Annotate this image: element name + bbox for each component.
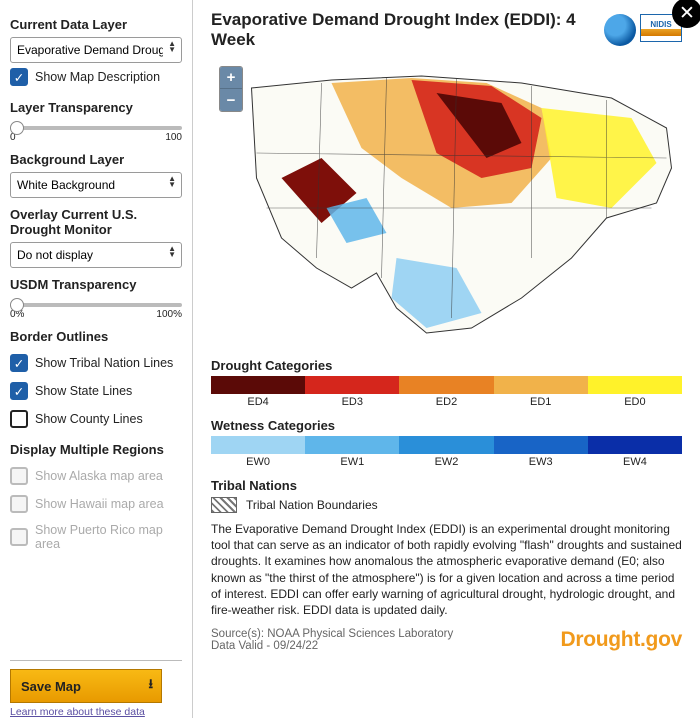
legend-swatch	[399, 436, 493, 454]
checkbox-disabled-icon	[10, 528, 28, 546]
zoom-controls: + −	[219, 66, 243, 112]
close-icon: ✕	[679, 2, 695, 25]
map-description-text: The Evaporative Demand Drought Index (ED…	[211, 521, 682, 618]
legend-swatch	[211, 376, 305, 394]
current-data-layer-select[interactable]	[10, 37, 182, 63]
show-alaska-label: Show Alaska map area	[35, 469, 163, 483]
chevron-updown-icon: ▲▼	[168, 176, 176, 188]
download-icon: ⭳	[148, 675, 153, 697]
legend-tick: EW3	[494, 456, 588, 468]
chevron-updown-icon: ▲▼	[168, 246, 176, 258]
legend-tick: ED4	[211, 396, 305, 408]
legend-swatch	[211, 436, 305, 454]
tribal-boundary-legend: Tribal Nation Boundaries	[211, 497, 682, 513]
panel-footer: Source(s): NOAA Physical Sciences Labora…	[211, 620, 682, 652]
save-map-button[interactable]: Save Map ⭳	[10, 669, 162, 703]
show-puertorico-label: Show Puerto Rico map area	[35, 523, 182, 551]
legend-tick: EW0	[211, 456, 305, 468]
legend-swatch	[494, 376, 588, 394]
show-hawaii-label: Show Hawaii map area	[35, 497, 164, 511]
learn-more-link[interactable]: Learn more about these data	[10, 706, 145, 718]
show-county-lines-toggle[interactable]: Show County Lines	[10, 410, 182, 428]
legend-tick: ED3	[305, 396, 399, 408]
usdm-transparency-label: USDM Transparency	[10, 277, 182, 292]
drought-gov-logo: Drought.gov	[560, 628, 682, 652]
hatch-swatch-icon	[211, 497, 237, 513]
show-county-lines-label: Show County Lines	[35, 412, 143, 426]
checkbox-disabled-icon	[10, 467, 28, 485]
wetness-categories-label: Wetness Categories	[211, 418, 682, 433]
legend-tick: ED2	[399, 396, 493, 408]
background-layer-label: Background Layer	[10, 152, 182, 167]
wetness-legend-labels: EW0EW1EW2EW3EW4	[211, 456, 682, 468]
checkbox-checked-icon: ✓	[10, 68, 28, 86]
overlay-usdm-label: Overlay Current U.S. Drought Monitor	[10, 207, 182, 237]
slider-max: 100%	[156, 309, 182, 320]
slider-max: 100	[165, 132, 182, 143]
checkbox-unchecked-icon	[10, 410, 28, 428]
checkbox-disabled-icon	[10, 495, 28, 513]
layer-transparency-slider[interactable]: 0 100	[10, 120, 182, 143]
agency-logos: NIDIS	[604, 14, 682, 46]
legend-swatch	[588, 376, 682, 394]
multi-regions-label: Display Multiple Regions	[10, 442, 182, 457]
show-tribal-lines-label: Show Tribal Nation Lines	[35, 356, 173, 370]
map-viewport[interactable]: + −	[211, 58, 682, 348]
overlay-usdm-select[interactable]	[10, 242, 182, 268]
border-outlines-label: Border Outlines	[10, 329, 182, 344]
layer-transparency-label: Layer Transparency	[10, 100, 182, 115]
noaa-logo-icon	[604, 14, 636, 46]
overlay-usdm-select-wrap: ▲▼	[10, 242, 182, 268]
title-row: Evaporative Demand Drought Index (EDDI):…	[211, 10, 682, 50]
control-sidebar: Current Data Layer ▲▼ ✓ Show Map Descrip…	[0, 0, 193, 718]
zoom-out-button[interactable]: −	[220, 89, 242, 111]
data-valid-text: Data Valid - 09/24/22	[211, 640, 453, 652]
map-panel: ✕ Evaporative Demand Drought Index (EDDI…	[193, 0, 700, 718]
legend-tick: ED1	[494, 396, 588, 408]
show-puertorico-toggle: Show Puerto Rico map area	[10, 523, 182, 551]
legend-swatch	[399, 376, 493, 394]
save-map-label: Save Map	[21, 679, 81, 694]
legend-tick: EW2	[399, 456, 493, 468]
show-state-lines-toggle[interactable]: ✓ Show State Lines	[10, 382, 182, 400]
tribal-boundary-text: Tribal Nation Boundaries	[246, 498, 378, 512]
us-map-image	[211, 58, 682, 348]
sidebar-footer: Save Map ⭳ Learn more about these data	[10, 660, 182, 718]
legend-tick: EW4	[588, 456, 682, 468]
legend-swatch	[305, 376, 399, 394]
drought-legend-bar	[211, 376, 682, 394]
show-tribal-lines-toggle[interactable]: ✓ Show Tribal Nation Lines	[10, 354, 182, 372]
checkbox-checked-icon: ✓	[10, 354, 28, 372]
source-text: Source(s): NOAA Physical Sciences Labora…	[211, 628, 453, 640]
zoom-in-button[interactable]: +	[220, 67, 242, 89]
wetness-legend-bar	[211, 436, 682, 454]
legend-swatch	[305, 436, 399, 454]
show-map-description-toggle[interactable]: ✓ Show Map Description	[10, 68, 182, 86]
background-layer-select-wrap: ▲▼	[10, 172, 182, 198]
current-data-layer-select-wrap: ▲▼	[10, 37, 182, 63]
current-data-layer-label: Current Data Layer	[10, 17, 182, 32]
tribal-nations-label: Tribal Nations	[211, 478, 682, 493]
legend-swatch	[494, 436, 588, 454]
drought-categories-label: Drought Categories	[211, 358, 682, 373]
close-button[interactable]: ✕	[672, 0, 700, 28]
chevron-updown-icon: ▲▼	[168, 41, 176, 53]
usdm-transparency-slider[interactable]: 0% 100%	[10, 297, 182, 320]
drought-legend-labels: ED4ED3ED2ED1ED0	[211, 396, 682, 408]
show-map-description-label: Show Map Description	[35, 70, 160, 84]
show-alaska-toggle: Show Alaska map area	[10, 467, 182, 485]
legend-tick: EW1	[305, 456, 399, 468]
show-hawaii-toggle: Show Hawaii map area	[10, 495, 182, 513]
checkbox-checked-icon: ✓	[10, 382, 28, 400]
show-state-lines-label: Show State Lines	[35, 384, 132, 398]
page-title: Evaporative Demand Drought Index (EDDI):…	[211, 10, 604, 50]
background-layer-select[interactable]	[10, 172, 182, 198]
legend-swatch	[588, 436, 682, 454]
legend-tick: ED0	[588, 396, 682, 408]
